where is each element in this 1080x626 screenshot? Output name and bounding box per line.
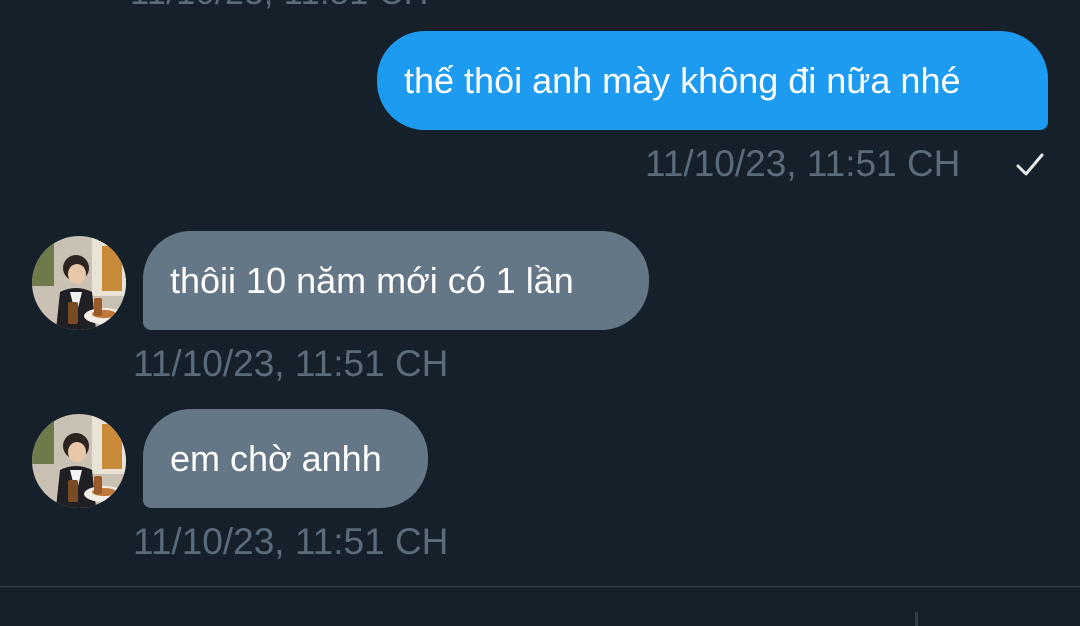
sender-avatar[interactable] — [32, 414, 126, 508]
previous-message-timestamp: 11/10/23, 11:51 CH — [130, 0, 429, 13]
avatar-photo-icon — [32, 414, 126, 508]
message-timestamp: 11/10/23, 11:51 CH — [645, 143, 961, 184]
message-timestamp: 11/10/23, 11:51 CH — [133, 343, 449, 384]
message-timestamp: 11/10/23, 11:51 CH — [133, 521, 449, 562]
incoming-message-bubble[interactable]: em chờ anhh — [143, 409, 428, 508]
check-icon — [1016, 153, 1044, 176]
dm-conversation-screen: 11/10/23, 11:51 CH thế thôi anh mày khôn… — [0, 0, 1080, 626]
sender-avatar[interactable] — [32, 236, 126, 330]
message-text: thế thôi anh mày không đi nữa nhé — [404, 60, 961, 101]
composer-edge — [915, 612, 918, 626]
avatar-photo-icon — [32, 236, 126, 330]
message-text: em chờ anhh — [170, 438, 382, 479]
incoming-message-bubble[interactable]: thôii 10 năm mới có 1 lần — [143, 231, 649, 330]
composer-divider — [0, 586, 1080, 587]
message-text: thôii 10 năm mới có 1 lần — [170, 260, 574, 301]
outgoing-message-bubble[interactable]: thế thôi anh mày không đi nữa nhé — [377, 31, 1048, 130]
